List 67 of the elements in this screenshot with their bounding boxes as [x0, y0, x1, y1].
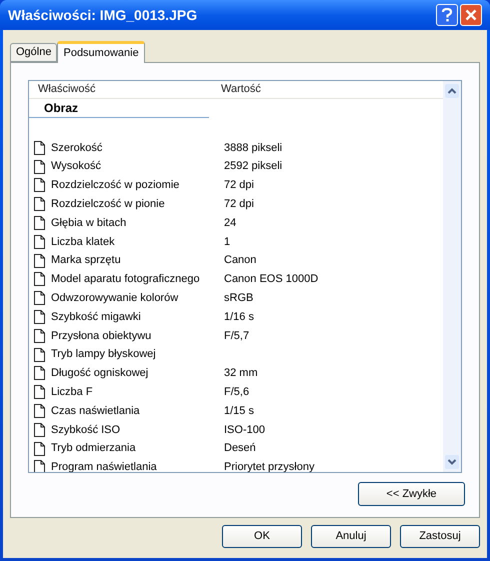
property-name: Szerokość: [51, 140, 104, 156]
scroll-up-icon[interactable]: [445, 84, 459, 98]
property-value: 24: [224, 216, 236, 231]
property-name: Rozdzielczość w poziomie: [51, 178, 180, 194]
document-icon: [34, 216, 45, 230]
property-value: 72 dpi: [224, 197, 254, 212]
property-value: 2592 pikseli: [224, 159, 282, 174]
property-name: Przysłona obiektywu: [51, 328, 152, 344]
property-value: F/5,6: [224, 385, 250, 400]
dialog-button[interactable]: OK: [222, 525, 302, 548]
document-icon: [34, 234, 45, 249]
document-icon: [34, 160, 45, 174]
document-icon: [34, 272, 45, 286]
column-header[interactable]: Właściwość: [29, 81, 217, 98]
document-icon: [34, 328, 45, 343]
document-icon: [34, 254, 45, 268]
property-value: 72 dpi: [224, 178, 254, 194]
property-name: Głębia w bitach: [51, 216, 128, 231]
property-value: ISO-100: [224, 422, 265, 438]
help-icon: [441, 8, 453, 22]
property-name: Marka sprzętu: [51, 253, 122, 268]
property-value: 3888 pikseli: [224, 140, 282, 156]
property-name: Model aparatu fotograficznego: [51, 272, 201, 288]
document-icon: [34, 140, 45, 155]
property-value: 1: [224, 234, 230, 250]
document-icon: [34, 348, 45, 362]
property-name: Wysokość: [51, 159, 102, 174]
property-name: Długość ogniskowej: [51, 366, 150, 382]
document-icon: [34, 291, 45, 306]
property-name: Odwzorowywanie kolorów: [51, 291, 180, 306]
property-value: sRGB: [224, 291, 254, 306]
document-icon: [34, 422, 45, 437]
close-icon: [465, 9, 477, 21]
property-name: Liczba F: [51, 385, 94, 400]
document-icon: [34, 442, 45, 456]
property-value: 1/16 s: [224, 310, 254, 325]
document-icon: [34, 197, 45, 212]
document-icon: [34, 178, 45, 192]
document-icon: [34, 310, 45, 324]
property-name: Tryb odmierzania: [51, 441, 137, 456]
property-value: F/5,7: [224, 328, 250, 344]
property-value: Canon EOS 1000D: [224, 272, 318, 288]
column-header[interactable]: Wartość: [217, 81, 261, 98]
window-title: Właściwości: IMG_0013.JPG: [8, 6, 198, 24]
tab[interactable]: Podsumowanie: [57, 41, 145, 63]
property-name: Szybkość ISO: [51, 422, 122, 438]
property-value: Deseń: [224, 441, 256, 456]
document-icon: [34, 404, 45, 418]
dialog-button[interactable]: Anuluj: [311, 525, 391, 548]
simple-view-button[interactable]: << Zwykłe: [358, 482, 465, 506]
document-icon: [34, 366, 45, 380]
group-header: Obraz: [44, 100, 78, 116]
dialog-button[interactable]: Zastosuj: [400, 525, 480, 548]
property-name: Czas naświetlania: [51, 404, 141, 419]
property-value: 32 mm: [224, 366, 258, 382]
property-name: Szybkość migawki: [51, 310, 142, 325]
property-name: Rozdzielczość w pionie: [51, 197, 166, 212]
property-value: 1/15 s: [224, 404, 254, 419]
scrollbar[interactable]: [443, 81, 461, 472]
document-icon: [34, 385, 45, 400]
scroll-down-icon[interactable]: [445, 455, 459, 469]
property-value: Canon: [224, 253, 256, 268]
help-button[interactable]: [436, 4, 458, 26]
tab[interactable]: Ogólne: [10, 43, 58, 62]
property-name: Tryb lampy błyskowej: [51, 347, 157, 362]
property-name: Liczba klatek: [51, 234, 116, 250]
close-button[interactable]: [460, 4, 482, 26]
